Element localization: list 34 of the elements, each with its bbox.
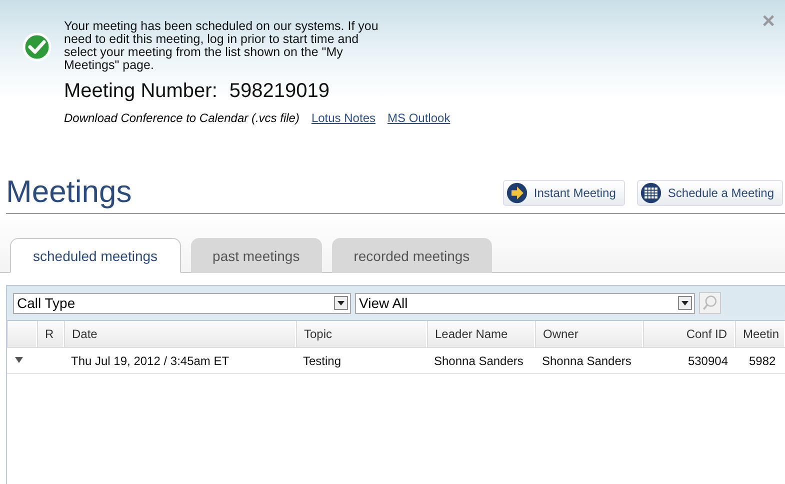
notice-message: Your meeting has been scheduled on our systems. If you need to edit this meeting, log in prior to start time and select your meeting from the list shown on the "My Meetings" page. [64, 20, 380, 72]
calendar-link[interactable]: MS Outlook [388, 111, 450, 125]
expand-icon[interactable] [14, 356, 24, 366]
instant-meeting-button[interactable]: Instant Meeting [502, 180, 625, 206]
meeting-number: 598219019 [229, 80, 330, 103]
column-header[interactable]: Date [64, 321, 296, 347]
column-header[interactable]: Leader Name [427, 321, 535, 347]
column-header[interactable] [7, 321, 37, 347]
tab[interactable]: scheduled meetings [10, 238, 181, 273]
column-header[interactable]: Conf ID [643, 321, 735, 347]
dropdown-icon [678, 296, 692, 310]
search-button[interactable] [699, 292, 721, 314]
table-cell: Shonna Sanders [542, 354, 632, 368]
page-title: Meetings [6, 172, 132, 210]
download-label: Download Conference to Calendar (.vcs file) [64, 111, 300, 125]
table-cell: Testing [303, 354, 342, 368]
dropdown-icon [334, 296, 348, 310]
column-header[interactable]: Meetin [735, 321, 785, 347]
check-icon [22, 32, 52, 62]
calendar-icon [640, 182, 662, 204]
table-cell: Shonna Sanders [434, 354, 524, 368]
meeting-number-label: Meeting Number: [64, 80, 218, 103]
tab[interactable]: recorded meetings [332, 238, 492, 273]
table-cell: 5982 [749, 354, 776, 368]
tab[interactable]: past meetings [190, 238, 322, 273]
calendar-link[interactable]: Lotus Notes [311, 111, 376, 125]
filter-dropdown[interactable]: View All [355, 292, 695, 314]
filter-dropdown[interactable]: Call Type [13, 292, 351, 314]
column-header[interactable]: Topic [296, 321, 427, 347]
column-header[interactable]: R [37, 321, 64, 347]
table-cell: 530904 [688, 354, 728, 368]
table-cell: Thu Jul 19, 2012 / 3:45am ET [71, 354, 230, 368]
schedule-meeting-button[interactable]: Schedule a Meeting [636, 180, 783, 206]
column-header[interactable]: Owner [535, 321, 643, 347]
